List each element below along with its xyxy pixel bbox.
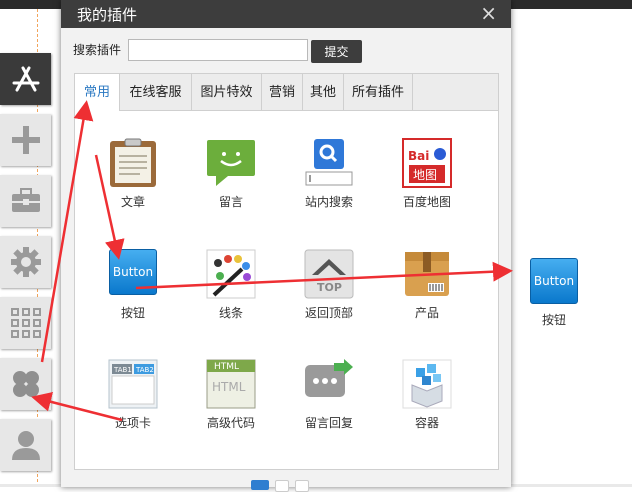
plugin-tabs[interactable]: TAB1 TAB2 选项卡 [85, 359, 181, 431]
layout-grid-button[interactable] [0, 297, 51, 349]
plugin-label: 站内搜索 [304, 195, 353, 209]
svg-text:地图: 地图 [413, 168, 437, 182]
dropped-button-plugin[interactable]: Button 按钮 [523, 258, 585, 328]
add-button[interactable] [0, 114, 51, 166]
plus-icon [11, 126, 40, 154]
app-store-icon [12, 66, 39, 92]
plugin-panel: 常用 在线客服 图片特效 营销 其他 所有插件 文章 留言 站内搜索 Bai 地… [74, 73, 499, 470]
html-text: HTML [212, 380, 246, 394]
plugin-label: 返回顶部 [304, 306, 353, 320]
svg-text:TAB1: TAB1 [113, 366, 132, 374]
plugin-label: 留言 [218, 195, 243, 209]
tab-common[interactable]: 常用 [75, 74, 120, 111]
gear-icon [10, 247, 41, 277]
chat-bubble-icon [206, 138, 256, 188]
plugin-label: 百度地图 [402, 195, 451, 209]
container-icon [402, 359, 452, 409]
plugin-line[interactable]: 线条 [183, 249, 279, 321]
dropped-plugin-label: 按钮 [541, 313, 566, 327]
plugin-label: 留言回复 [304, 416, 353, 430]
settings-button[interactable] [0, 236, 51, 288]
message-reply-icon [304, 359, 354, 409]
plugin-label: 产品 [414, 306, 439, 320]
tab-marketing[interactable]: 营销 [262, 74, 303, 110]
user-icon [11, 431, 40, 460]
plugin-message[interactable]: 留言 [183, 138, 279, 210]
dialog-title: 我的插件 [77, 6, 138, 24]
tab-other[interactable]: 其他 [303, 74, 344, 110]
back-to-top-icon: TOP [304, 249, 354, 299]
pager-page-1[interactable] [251, 480, 269, 490]
tab-online-service[interactable]: 在线客服 [120, 74, 192, 110]
plugin-baidu-map[interactable]: Bai 地图 百度地图 [379, 138, 475, 210]
plugins-dialog: 我的插件 × 搜索插件 提交 常用 在线客服 图片特效 营销 其他 所有插件 文… [61, 0, 511, 492]
plugins-button[interactable] [0, 358, 51, 410]
toolbox-icon [11, 188, 40, 212]
search-submit-button[interactable]: 提交 [311, 40, 362, 63]
toolbox-button[interactable] [0, 175, 51, 227]
app-store-button[interactable] [0, 53, 51, 105]
plugin-label: 线条 [218, 306, 243, 320]
line-palette-icon [206, 249, 256, 299]
plugin-clover-icon [12, 371, 39, 397]
svg-text:HTML: HTML [214, 362, 239, 372]
product-box-icon [402, 249, 452, 299]
plugin-label: 按钮 [120, 306, 145, 320]
back-to-top-text: TOP [317, 281, 342, 294]
plugin-label: 选项卡 [114, 416, 151, 430]
plugin-label: 高级代码 [206, 416, 255, 430]
search-icon [304, 138, 354, 188]
plugin-advanced-code[interactable]: HTML HTML 高级代码 [183, 359, 279, 431]
plugin-article[interactable]: 文章 [85, 138, 181, 210]
tabs-icon: TAB1 TAB2 [108, 359, 158, 409]
tab-image-effects[interactable]: 图片特效 [192, 74, 262, 110]
pager-next[interactable] [295, 480, 309, 492]
plugin-container[interactable]: 容器 [379, 359, 475, 431]
search-input[interactable] [128, 39, 308, 61]
button-icon-text: Button [109, 249, 157, 295]
plugin-label: 容器 [414, 416, 439, 430]
clipboard-icon [108, 138, 158, 188]
svg-text:Bai: Bai [408, 149, 429, 163]
svg-text:TAB2: TAB2 [135, 366, 154, 374]
plugin-product[interactable]: 产品 [379, 249, 475, 321]
baidu-map-icon: Bai 地图 [402, 138, 452, 188]
search-label: 搜索插件 [73, 43, 122, 57]
plugin-button[interactable]: Button 按钮 [85, 249, 181, 321]
dialog-header: 我的插件 × [61, 0, 511, 28]
plugin-back-to-top[interactable]: TOP 返回顶部 [281, 249, 377, 321]
plugin-site-search[interactable]: 站内搜索 [281, 138, 377, 210]
button-icon: Button [530, 258, 578, 304]
plugin-message-reply[interactable]: 留言回复 [281, 359, 377, 431]
close-icon[interactable]: × [480, 3, 497, 23]
user-button[interactable] [0, 419, 51, 471]
pager-page-2[interactable] [275, 480, 289, 492]
plugin-label: 文章 [120, 195, 145, 209]
tab-all-plugins[interactable]: 所有插件 [344, 74, 413, 110]
grid-icon [10, 308, 41, 338]
html-code-icon: HTML HTML [206, 359, 256, 409]
button-icon: Button [108, 249, 158, 299]
plugin-tabs: 常用 在线客服 图片特效 营销 其他 所有插件 [75, 74, 498, 111]
